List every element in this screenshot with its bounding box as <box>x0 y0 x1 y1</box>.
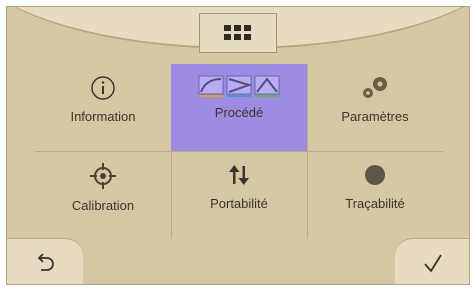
menu-item-label: Information <box>70 109 136 124</box>
screen-frame: Information Procédé Paramètres Calibrati… <box>6 6 470 285</box>
undo-arrow-icon <box>37 252 54 271</box>
menu-item-label: Calibration <box>71 198 135 213</box>
menu-item-parametres[interactable]: Paramètres <box>307 64 443 151</box>
menu-item-label: Portabilité <box>210 196 268 211</box>
menu-item-label: Traçabilité <box>345 196 405 211</box>
dot-icon <box>365 165 385 185</box>
checkmark-icon <box>424 254 442 273</box>
gears-icon <box>363 77 387 98</box>
grid-menu-icon <box>224 25 251 40</box>
menu-item-information[interactable]: Information <box>35 64 171 151</box>
menu-item-label: Procédé <box>214 105 264 120</box>
menu-item-label: Paramètres <box>341 109 409 124</box>
menu-item-calibration[interactable]: Calibration <box>35 151 171 238</box>
menu-item-procede[interactable]: Procédé <box>171 64 307 151</box>
process-curves-icon <box>198 75 280 97</box>
menu-item-tracabilite[interactable]: Traçabilité <box>307 151 443 238</box>
confirm-button[interactable] <box>395 238 469 284</box>
transfer-arrows-icon <box>229 165 249 185</box>
back-button[interactable] <box>7 238 83 284</box>
info-icon <box>91 76 115 100</box>
menu-item-portabilite[interactable]: Portabilité <box>171 151 307 238</box>
menu-button[interactable] <box>199 13 277 53</box>
main-menu-grid: Information Procédé Paramètres Calibrati… <box>35 64 443 238</box>
crosshair-icon <box>90 163 116 189</box>
